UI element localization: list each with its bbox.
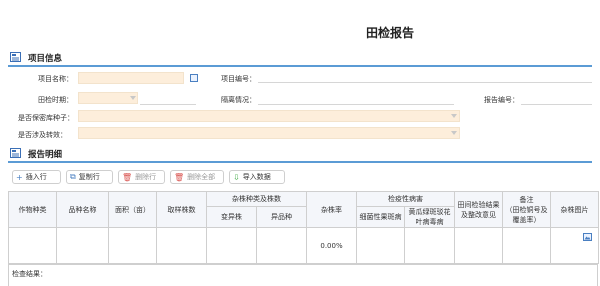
- calendar-icon[interactable]: [190, 74, 198, 82]
- section-header-project-info: 项目信息: [8, 51, 592, 67]
- insert-row-button[interactable]: + 插入行: [12, 170, 61, 184]
- document-icon: [10, 52, 21, 62]
- plus-icon: +: [16, 172, 23, 182]
- section-title-project-info: 项目信息: [28, 54, 63, 64]
- inspection-period-select[interactable]: [78, 92, 138, 104]
- header-cucumber-mottle-line1: 黄瓜绿斑驳花: [408, 208, 451, 216]
- seed-bank-label: 是否保密库种子：: [18, 114, 74, 122]
- seed-bank-select[interactable]: [78, 110, 460, 122]
- header-crop-type: 作物种类: [8, 191, 57, 228]
- delete-row-label: 删除行: [135, 173, 157, 181]
- header-remark: 备注 （田检铜号及 覆盖率）: [502, 191, 551, 228]
- inspection-result-box[interactable]: 检查结果：: [8, 264, 598, 286]
- cell-hybrid-rate: 0.00%: [306, 227, 357, 264]
- report-detail-table: 作物种类 品种名称 面积（亩） 取样株数 杂株种类及株数 杂株率 检疫性病害 田…: [8, 191, 599, 264]
- import-data-button[interactable]: ⇩ 导入数据: [229, 170, 285, 184]
- header-sample-count: 取样株数: [156, 191, 207, 228]
- cell-hybrid-photo: [550, 227, 599, 264]
- image-icon[interactable]: [583, 233, 592, 241]
- cell-sample-count[interactable]: [156, 227, 207, 264]
- copy-row-label: 复制行: [78, 173, 100, 181]
- isolation-label: 隔离情况：: [221, 96, 256, 104]
- trash-icon: 🗑: [174, 172, 185, 182]
- delete-all-button[interactable]: 🗑 删除全部: [170, 170, 224, 184]
- cell-crop-type[interactable]: [8, 227, 57, 264]
- project-no-label: 项目编号：: [221, 75, 256, 83]
- isolation-field[interactable]: [258, 92, 454, 105]
- header-field-result-line1: 田间检验结果: [457, 200, 500, 209]
- project-name-field[interactable]: [78, 72, 184, 84]
- inspection-period-label: 田检时期：: [38, 96, 73, 104]
- header-remark-line1: 备注: [519, 195, 534, 204]
- cell-field-result[interactable]: [454, 227, 503, 264]
- header-remark-line3: 覆盖率）: [512, 215, 541, 224]
- report-no-label: 报告编号：: [484, 96, 519, 104]
- transgenic-label: 是否涉及转效：: [18, 131, 67, 139]
- document-icon: [10, 148, 21, 158]
- table-row: 0.00%: [8, 227, 599, 264]
- cell-variety-name[interactable]: [56, 227, 109, 264]
- header-hybrid-group: 杂株种类及株数: [206, 191, 307, 207]
- header-field-result: 田间检验结果 及整改意见: [454, 191, 503, 228]
- header-variety-name: 品种名称: [56, 191, 109, 228]
- header-remark-line2: （田检铜号及: [505, 205, 548, 214]
- header-field-result-line2: 及整改意见: [461, 210, 496, 219]
- transgenic-select[interactable]: [78, 127, 460, 139]
- inspection-period-date-field[interactable]: [140, 92, 196, 105]
- cell-remark[interactable]: [502, 227, 551, 264]
- section-header-report-detail: 报告明细: [8, 147, 592, 163]
- header-mutant: 变异株: [206, 206, 257, 228]
- header-quarantine-group: 检疫性病害: [356, 191, 455, 207]
- header-hybrid-rate: 杂株率: [306, 191, 357, 228]
- project-name-label: 项目名称：: [38, 75, 73, 83]
- section-title-report-detail: 报告明细: [28, 150, 63, 160]
- header-area: 面积（亩）: [108, 191, 157, 228]
- header-hybrid-photo: 杂株图片: [550, 191, 599, 228]
- report-no-field[interactable]: [521, 92, 592, 105]
- cell-mutant[interactable]: [206, 227, 257, 264]
- delete-row-button[interactable]: 🗑 删除行: [118, 170, 165, 184]
- page-title: 田检报告: [365, 26, 414, 40]
- project-no-field[interactable]: [258, 70, 592, 83]
- chevron-down-icon: [451, 131, 457, 135]
- insert-row-label: 插入行: [25, 173, 47, 181]
- header-cucumber-mottle-line2: 叶病毒病: [415, 218, 444, 226]
- copy-row-button[interactable]: ⧉ 复制行: [66, 170, 113, 184]
- trash-icon: 🗑: [122, 172, 133, 182]
- import-icon: ⇩: [233, 172, 240, 182]
- copy-icon: ⧉: [70, 172, 76, 181]
- header-bacterial-blotch: 细菌性果斑病: [356, 206, 405, 228]
- delete-all-label: 删除全部: [187, 173, 216, 181]
- chevron-down-icon: [130, 96, 136, 100]
- inspection-result-label: 检查结果：: [12, 270, 47, 278]
- cell-cucumber-mottle[interactable]: [404, 227, 455, 264]
- cell-bacterial-blotch[interactable]: [356, 227, 405, 264]
- header-offtype: 异品种: [256, 206, 307, 228]
- cell-offtype[interactable]: [256, 227, 307, 264]
- header-cucumber-mottle: 黄瓜绿斑驳花 叶病毒病: [404, 206, 455, 228]
- cell-area[interactable]: [108, 227, 157, 264]
- import-data-label: 导入数据: [242, 173, 271, 181]
- chevron-down-icon: [451, 114, 457, 118]
